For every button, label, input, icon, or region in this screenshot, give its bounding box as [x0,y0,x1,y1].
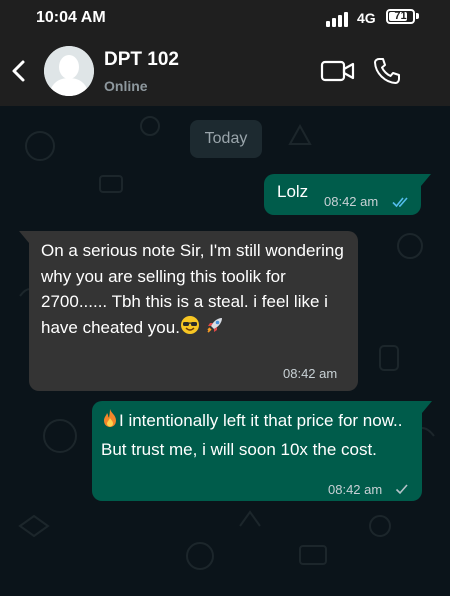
status-bar: 10:04 AM 4G 71 [0,0,450,34]
network-type: 4G [357,10,376,26]
video-call-icon[interactable] [320,58,356,84]
rocket-emoji [205,315,225,343]
chat-area[interactable]: Today Lolz 08:42 am On a serious note Si… [0,106,450,596]
read-double-tick-icon [392,197,408,208]
bubble-tail [421,174,431,186]
avatar[interactable] [44,46,94,96]
message-time: 08:42 am [324,194,379,209]
message-text: I intentionally left it that price for n… [101,408,413,463]
message-text: On a serious note Sir, I'm still wonderi… [41,238,353,342]
contact-name[interactable]: DPT 102 [104,49,179,71]
message-time: 08:42 am [283,366,338,381]
delivered-tick-icon [395,484,408,495]
date-divider: Today [190,120,262,158]
message-text: Lolz [277,182,309,201]
avatar-placeholder-icon [44,46,94,96]
phone-call-icon[interactable] [372,56,402,86]
contact-status: Online [104,78,148,94]
bubble-tail [422,401,432,413]
status-time: 10:04 AM [36,9,106,26]
sunglasses-smile-emoji [180,315,200,343]
back-arrow-icon[interactable] [8,56,30,86]
battery-level: 71 [394,10,407,22]
incoming-message-bubble[interactable]: On a serious note Sir, I'm still wonderi… [29,231,358,391]
message-time: 08:42 am [328,482,383,497]
chat-header: DPT 102 Online [0,34,450,106]
bubble-tail [19,231,29,243]
outgoing-message-bubble[interactable]: I intentionally left it that price for n… [92,401,422,501]
battery-icon: 71 [386,9,415,24]
outgoing-message-bubble[interactable]: Lolz 08:42 am [264,174,421,215]
fire-emoji [101,408,119,437]
signal-icon [326,11,352,27]
